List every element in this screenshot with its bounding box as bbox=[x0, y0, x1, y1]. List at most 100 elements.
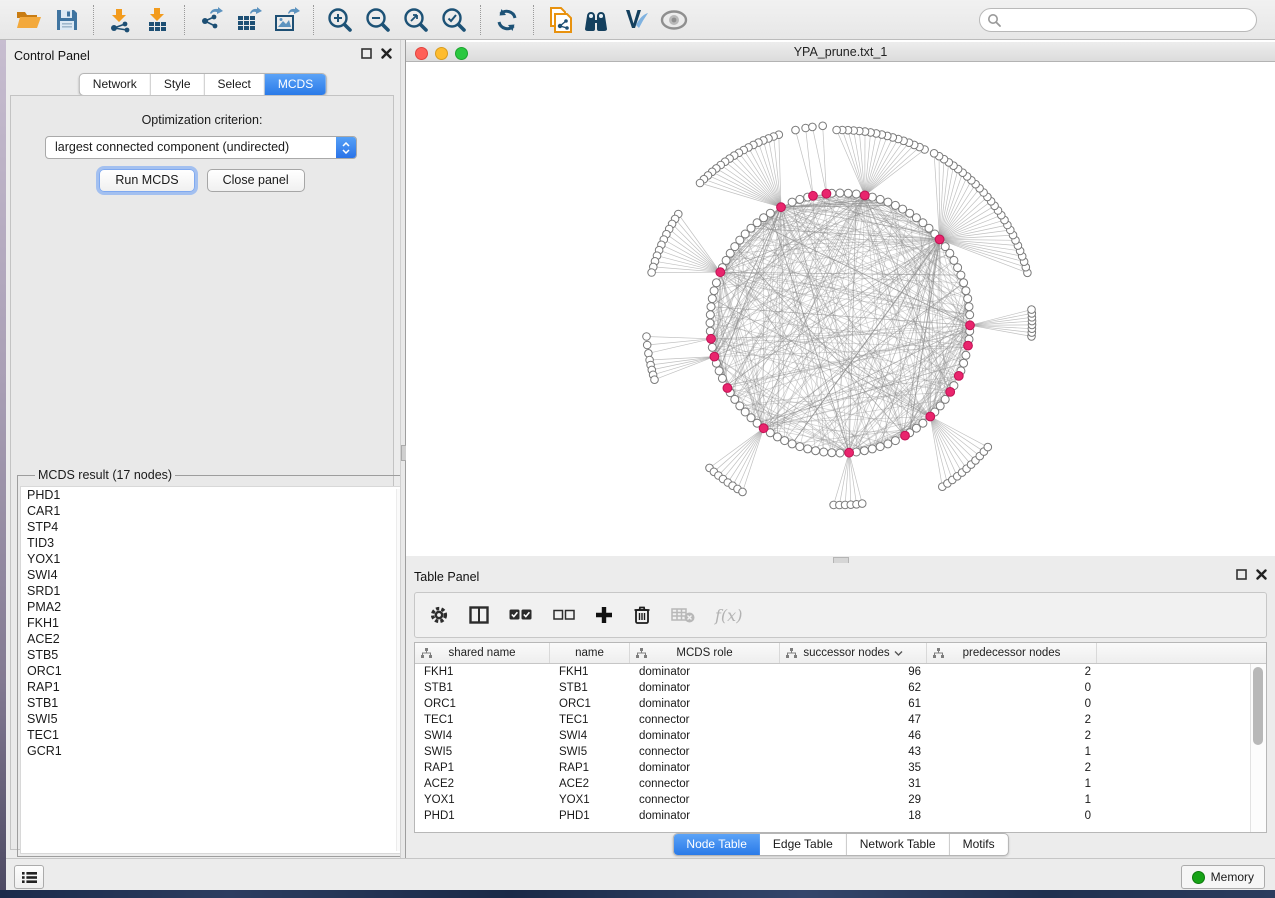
close-panel-button[interactable]: Close panel bbox=[207, 169, 305, 192]
export-table-button[interactable] bbox=[230, 4, 268, 36]
table-cell[interactable]: dominator bbox=[630, 698, 780, 710]
column-header-successor-nodes[interactable]: successor nodes bbox=[780, 643, 927, 663]
table-cell[interactable]: ORC1 bbox=[550, 698, 630, 710]
horizontal-split-divider[interactable] bbox=[406, 556, 1275, 563]
run-mcds-button[interactable]: Run MCDS bbox=[99, 169, 194, 192]
table-cell[interactable]: 1 bbox=[927, 778, 1097, 790]
table-cell[interactable]: 1 bbox=[927, 794, 1097, 806]
optimization-criterion-select[interactable]: largest connected component (undirected) bbox=[45, 136, 357, 159]
mcds-result-item[interactable]: SWI5 bbox=[21, 711, 413, 727]
table-cell[interactable]: FKH1 bbox=[550, 666, 630, 678]
zoom-in-button[interactable] bbox=[321, 4, 359, 36]
export-image-button[interactable] bbox=[268, 4, 306, 36]
tab-style[interactable]: Style bbox=[151, 74, 205, 95]
tab-network[interactable]: Network bbox=[80, 74, 151, 95]
table-cell[interactable]: STB1 bbox=[550, 682, 630, 694]
memory-button[interactable]: Memory bbox=[1181, 865, 1265, 889]
table-cell[interactable]: PHD1 bbox=[550, 810, 630, 822]
table-row[interactable]: SWI4SWI4dominator462 bbox=[415, 728, 1266, 744]
add-column-icon[interactable] bbox=[595, 606, 613, 624]
column-header-MCDS-role[interactable]: MCDS role bbox=[630, 643, 780, 663]
mcds-result-item[interactable]: GCR1 bbox=[21, 743, 413, 759]
show-hide-button[interactable] bbox=[655, 4, 693, 36]
mcds-result-item[interactable]: FKH1 bbox=[21, 615, 413, 631]
table-cell[interactable]: dominator bbox=[630, 666, 780, 678]
table-cell[interactable]: 1 bbox=[927, 746, 1097, 758]
table-cell[interactable]: SWI5 bbox=[550, 746, 630, 758]
table-cell[interactable]: connector bbox=[630, 746, 780, 758]
table-row[interactable]: ACE2ACE2connector311 bbox=[415, 776, 1266, 792]
table-cell[interactable]: 18 bbox=[780, 810, 927, 822]
table-cell[interactable]: dominator bbox=[630, 810, 780, 822]
settings-gear-icon[interactable] bbox=[429, 605, 449, 625]
zoom-selected-button[interactable] bbox=[435, 4, 473, 36]
tab-network-table[interactable]: Network Table bbox=[847, 834, 950, 855]
network-graph[interactable] bbox=[406, 62, 1275, 556]
table-cell[interactable]: YOX1 bbox=[415, 794, 550, 806]
table-cell[interactable]: SWI5 bbox=[415, 746, 550, 758]
float-panel-icon[interactable] bbox=[361, 48, 372, 59]
zoom-fit-button[interactable] bbox=[397, 4, 435, 36]
open-file-button[interactable] bbox=[10, 4, 48, 36]
tab-motifs[interactable]: Motifs bbox=[950, 834, 1008, 855]
export-network-button[interactable] bbox=[192, 4, 230, 36]
table-cell[interactable]: connector bbox=[630, 794, 780, 806]
clear-selection-icon[interactable] bbox=[553, 609, 575, 621]
column-header-shared-name[interactable]: shared name bbox=[415, 643, 550, 663]
select-all-icon[interactable] bbox=[509, 608, 533, 622]
table-cell[interactable]: 96 bbox=[780, 666, 927, 678]
import-network-button[interactable] bbox=[101, 4, 139, 36]
table-cell[interactable]: 61 bbox=[780, 698, 927, 710]
table-cell[interactable]: dominator bbox=[630, 682, 780, 694]
mcds-result-item[interactable]: PHD1 bbox=[21, 487, 413, 503]
table-row[interactable]: FKH1FKH1dominator962 bbox=[415, 664, 1266, 680]
table-cell[interactable]: STB1 bbox=[415, 682, 550, 694]
mcds-result-item[interactable]: STB1 bbox=[21, 695, 413, 711]
mcds-result-list[interactable]: PHD1CAR1STP4TID3YOX1SWI4SRD1PMA2FKH1ACE2… bbox=[20, 486, 414, 854]
search-network-button[interactable] bbox=[579, 4, 617, 36]
close-panel-icon[interactable] bbox=[1256, 569, 1267, 580]
float-panel-icon[interactable] bbox=[1236, 569, 1247, 580]
table-cell[interactable]: dominator bbox=[630, 762, 780, 774]
mcds-result-item[interactable]: PMA2 bbox=[21, 599, 413, 615]
table-cell[interactable]: 29 bbox=[780, 794, 927, 806]
table-row[interactable]: SWI5SWI5connector431 bbox=[415, 744, 1266, 760]
table-cell[interactable]: 35 bbox=[780, 762, 927, 774]
table-cell[interactable]: YOX1 bbox=[550, 794, 630, 806]
table-cell[interactable]: 2 bbox=[927, 666, 1097, 678]
mcds-result-item[interactable]: YOX1 bbox=[21, 551, 413, 567]
task-history-button[interactable] bbox=[14, 865, 44, 889]
mcds-result-item[interactable]: SRD1 bbox=[21, 583, 413, 599]
table-cell[interactable]: 43 bbox=[780, 746, 927, 758]
column-layout-icon[interactable] bbox=[469, 606, 489, 624]
table-cell[interactable]: 47 bbox=[780, 714, 927, 726]
table-cell[interactable]: SWI4 bbox=[415, 730, 550, 742]
table-cell[interactable]: RAP1 bbox=[550, 762, 630, 774]
table-cell[interactable]: 2 bbox=[927, 762, 1097, 774]
table-cell[interactable]: 0 bbox=[927, 698, 1097, 710]
tab-mcds[interactable]: MCDS bbox=[265, 74, 326, 95]
table-cell[interactable]: FKH1 bbox=[415, 666, 550, 678]
table-cell[interactable]: 2 bbox=[927, 714, 1097, 726]
table-cell[interactable]: ACE2 bbox=[415, 778, 550, 790]
zoom-out-button[interactable] bbox=[359, 4, 397, 36]
table-cell[interactable]: TEC1 bbox=[550, 714, 630, 726]
table-row[interactable]: PHD1PHD1dominator180 bbox=[415, 808, 1266, 824]
mcds-result-item[interactable]: SWI4 bbox=[21, 567, 413, 583]
table-cell[interactable]: 31 bbox=[780, 778, 927, 790]
mcds-result-item[interactable]: TID3 bbox=[21, 535, 413, 551]
table-cell[interactable]: 46 bbox=[780, 730, 927, 742]
close-panel-icon[interactable] bbox=[381, 48, 392, 59]
import-table-button[interactable] bbox=[139, 4, 177, 36]
table-cell[interactable]: ACE2 bbox=[550, 778, 630, 790]
table-cell[interactable]: dominator bbox=[630, 730, 780, 742]
mcds-result-item[interactable]: CAR1 bbox=[21, 503, 413, 519]
mcds-result-item[interactable]: STB5 bbox=[21, 647, 413, 663]
table-scrollbar[interactable] bbox=[1250, 664, 1266, 832]
column-header-predecessor-nodes[interactable]: predecessor nodes bbox=[927, 643, 1097, 663]
table-row[interactable]: YOX1YOX1connector291 bbox=[415, 792, 1266, 808]
column-header-name[interactable]: name bbox=[550, 643, 630, 663]
mcds-result-item[interactable]: STP4 bbox=[21, 519, 413, 535]
table-cell[interactable]: connector bbox=[630, 714, 780, 726]
vizmapper-button[interactable] bbox=[617, 4, 655, 36]
